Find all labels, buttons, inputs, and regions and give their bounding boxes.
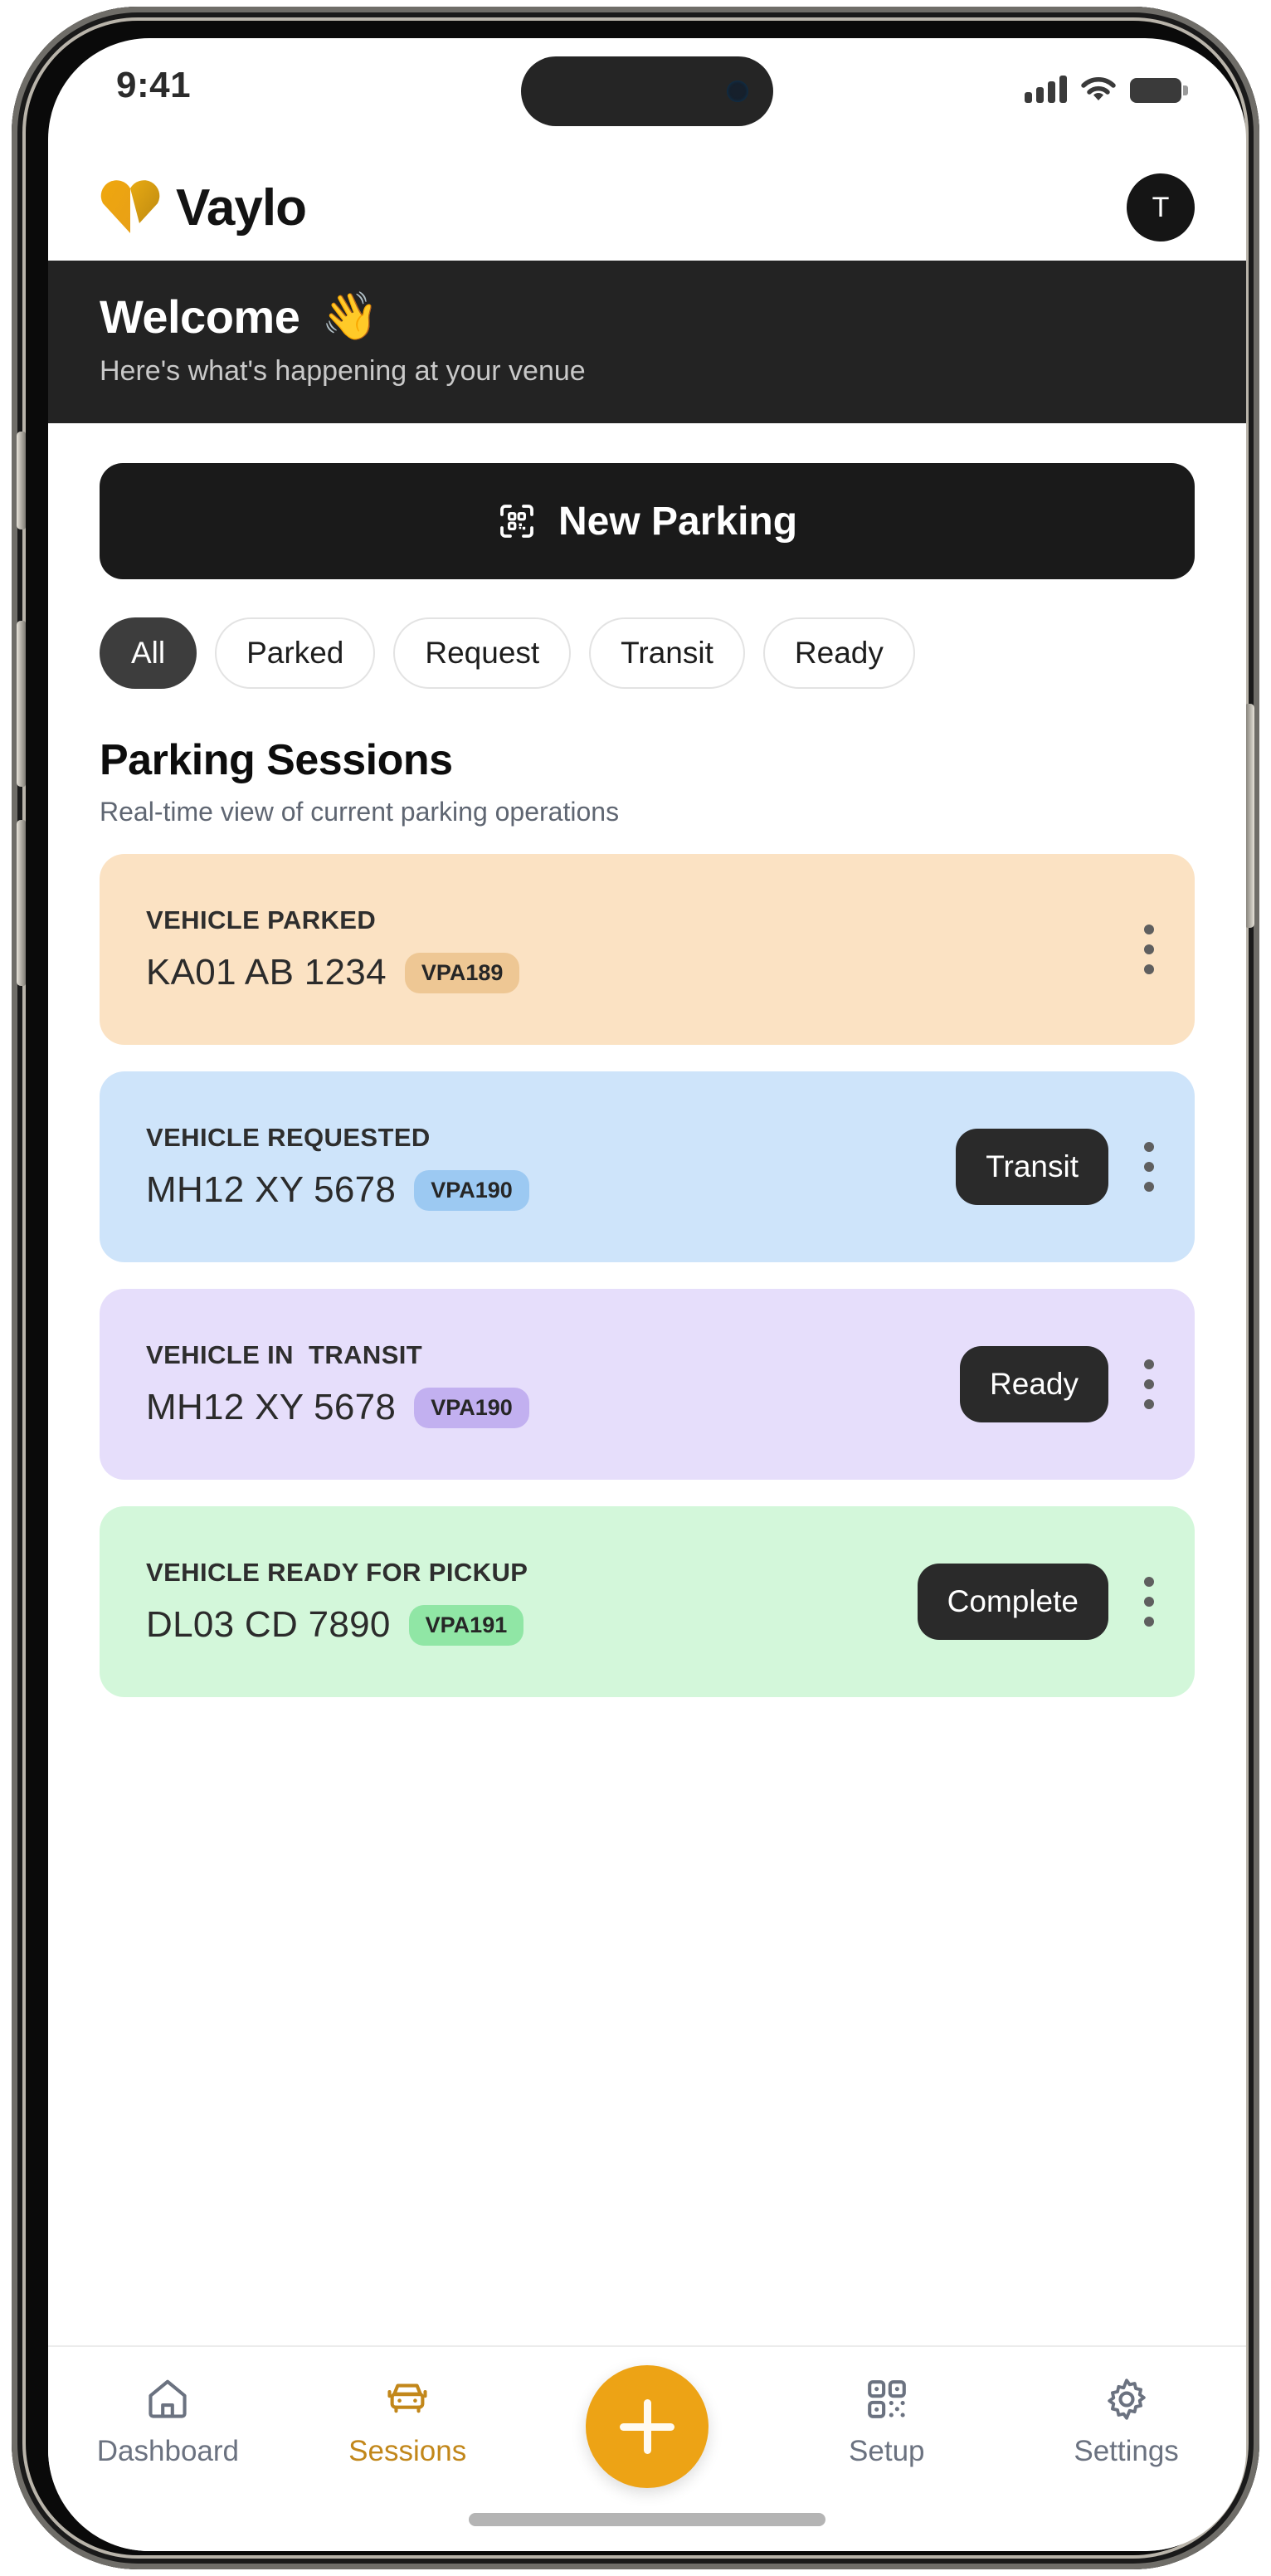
filter-chips: All Parked Request Transit Ready (100, 617, 1195, 689)
session-card-detail-row: MH12 XY 5678 VPA190 (146, 1387, 960, 1428)
volume-down-button[interactable] (17, 820, 26, 986)
new-parking-button[interactable]: New Parking (100, 463, 1195, 579)
status-bar-time: 9:41 (116, 65, 192, 105)
brand: Vaylo (98, 178, 307, 237)
session-action-button[interactable]: Transit (956, 1129, 1108, 1205)
session-card-main: VEHICLE PARKED KA01 AB 1234 VPA189 (146, 905, 1137, 993)
status-badge: VPA189 (404, 952, 520, 993)
status-bar: 9:41 (48, 38, 1246, 154)
home-indicator[interactable] (469, 2513, 825, 2526)
filter-chip-request[interactable]: Request (393, 617, 572, 689)
app-header: Vaylo T (48, 154, 1246, 261)
dynamic-island (521, 56, 773, 126)
session-status-label: VEHICLE IN TRANSIT (146, 1340, 423, 1369)
page-subtitle: Real-time view of current parking operat… (100, 797, 620, 827)
status-badge: VPA191 (408, 1604, 524, 1646)
session-status-label: VEHICLE PARKED (146, 905, 377, 934)
qr-code-icon (867, 2380, 906, 2418)
avatar-initial: T (1152, 191, 1170, 223)
session-card-main: VEHICLE READY FOR PICKUP DL03 CD 7890 VPA1… (146, 1558, 918, 1646)
session-action-button[interactable]: Ready (960, 1346, 1108, 1422)
cellular-signal-icon (1025, 75, 1067, 103)
session-card[interactable]: VEHICLE READY FOR PICKUP DL03 CD 7890 VPA1… (100, 1506, 1195, 1697)
vehicle-plate: MH12 XY 5678 (146, 1169, 397, 1210)
home-icon (149, 2379, 187, 2418)
filter-chip-label: Parked (246, 636, 344, 670)
add-fab-button[interactable] (586, 2365, 709, 2488)
filter-chip-label: Transit (621, 636, 713, 670)
session-card[interactable]: VEHICLE PARKED KA01 AB 1234 VPA189 (100, 854, 1195, 1045)
filter-chip-transit[interactable]: Transit (589, 617, 745, 689)
session-card-detail-row: DL03 CD 7890 VPA191 (146, 1604, 918, 1646)
more-options-icon[interactable] (1137, 925, 1161, 974)
session-status-label: VEHICLE READY FOR PICKUP (146, 1558, 528, 1587)
brand-name: Vaylo (176, 178, 307, 237)
session-card-main: VEHICLE REQUESTED MH12 XY 5678 VPA190 (146, 1123, 956, 1211)
welcome-subtitle: Here's what's happening at your venue (100, 355, 586, 387)
volume-up-button[interactable] (17, 621, 26, 787)
avatar[interactable]: T (1127, 173, 1195, 242)
tab-dashboard-label: Dashboard (96, 2435, 240, 2467)
main-content: New Parking All Parked Request Transit Ready… (48, 463, 1246, 1697)
status-badge: VPA190 (414, 1169, 529, 1211)
status-bar-indicators (1025, 75, 1188, 103)
page-title: Parking Sessions (100, 736, 453, 784)
tab-sessions-label: Sessions (348, 2435, 467, 2467)
session-card[interactable]: VEHICLE IN TRANSIT MH12 XY 5678 VPA190 Read… (100, 1289, 1195, 1480)
welcome-title-row: Welcome 👋 (100, 289, 1195, 344)
waving-hand-icon: 👋 (321, 290, 379, 342)
session-card-main: VEHICLE IN TRANSIT MH12 XY 5678 VPA190 (146, 1340, 960, 1428)
heart-logo-icon (100, 180, 160, 233)
session-card-detail-row: MH12 XY 5678 VPA190 (146, 1169, 956, 1211)
more-options-icon[interactable] (1137, 1577, 1161, 1627)
filter-chip-label: All (131, 636, 166, 670)
screenshot-stage: 9:41 Vaylo T Welcome 👋 Here's what's hap… (0, 0, 1271, 2576)
filter-chip-all[interactable]: All (100, 617, 197, 689)
battery-icon (1130, 78, 1188, 103)
phone-screen: 9:41 Vaylo T Welcome 👋 Here's what's hap… (48, 38, 1246, 2551)
session-list: VEHICLE PARKED KA01 AB 1234 VPA189 VEHICLE … (100, 854, 1195, 1697)
tab-sessions[interactable]: Sessions (288, 2375, 528, 2468)
tab-dashboard[interactable]: Dashboard (48, 2375, 288, 2468)
filter-chip-ready[interactable]: Ready (762, 617, 915, 689)
tab-settings-label: Settings (1074, 2435, 1179, 2467)
filter-chip-label: Request (425, 636, 540, 670)
tab-setup-label: Setup (849, 2435, 925, 2467)
session-card-detail-row: KA01 AB 1234 VPA189 (146, 952, 1137, 993)
welcome-title: Welcome (100, 290, 300, 343)
session-card[interactable]: VEHICLE REQUESTED MH12 XY 5678 VPA190 Trans… (100, 1071, 1195, 1262)
welcome-banner: Welcome 👋 Here's what's happening at you… (48, 261, 1246, 423)
filter-chip-parked[interactable]: Parked (215, 617, 376, 689)
vehicle-plate: MH12 XY 5678 (146, 1387, 397, 1427)
vehicle-plate: DL03 CD 7890 (146, 1604, 391, 1645)
tab-settings[interactable]: Settings (1006, 2375, 1246, 2468)
tab-setup[interactable]: Setup (767, 2375, 1006, 2468)
filter-chip-label: Ready (794, 636, 884, 670)
power-button[interactable] (1245, 704, 1254, 928)
vehicle-plate: KA01 AB 1234 (146, 952, 387, 993)
status-badge: VPA190 (414, 1387, 529, 1428)
phone-frame: 9:41 Vaylo T Welcome 👋 Here's what's hap… (12, 7, 1259, 2569)
gear-icon (1107, 2378, 1146, 2420)
session-status-label: VEHICLE REQUESTED (146, 1123, 431, 1152)
front-camera-icon (727, 80, 748, 102)
new-parking-label: New Parking (558, 499, 798, 544)
car-icon (387, 2383, 427, 2413)
qr-scan-icon (500, 505, 533, 538)
wifi-icon (1081, 77, 1116, 100)
session-action-button[interactable]: Complete (917, 1564, 1108, 1640)
more-options-icon[interactable] (1137, 1142, 1161, 1192)
silence-switch[interactable] (17, 432, 26, 529)
more-options-icon[interactable] (1137, 1359, 1161, 1409)
